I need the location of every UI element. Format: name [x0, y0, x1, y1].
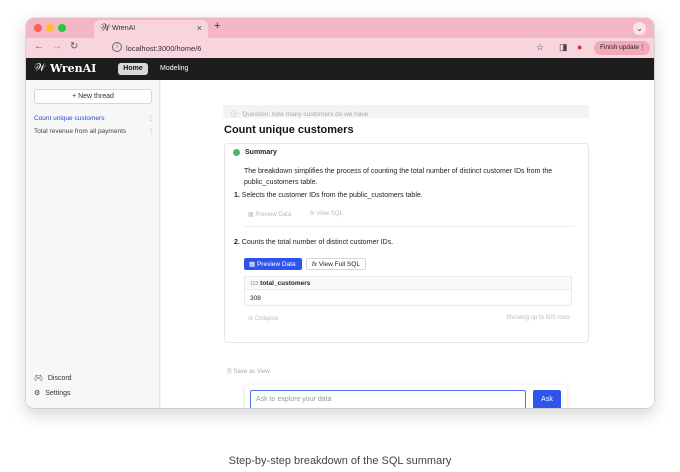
ask-button[interactable]: Ask [533, 390, 561, 408]
main-content: ⓘ Question: how many customers do we hav… [161, 80, 654, 408]
preview-data-label: Preview Data [255, 212, 292, 218]
maximize-window-button[interactable] [58, 24, 66, 32]
step-number: 2. [234, 239, 240, 246]
settings-link[interactable]: ⚙ Settings [34, 389, 71, 397]
back-arrow-icon[interactable]: ← [34, 41, 44, 52]
save-icon: 🗎︎ [227, 369, 232, 375]
wren-logo-icon: 𝒲 [34, 62, 46, 74]
question-bar: ⓘ Question: how many customers do we hav… [223, 105, 589, 118]
tab-strip: 𝒲 WrenAI × + ⌄ [26, 18, 654, 38]
save-as-view-button[interactable]: 🗎︎ Save as View [227, 367, 270, 377]
question-icon: ⓘ [231, 111, 238, 118]
question-text: Question: how many customers do we have [242, 111, 369, 118]
summary-status-icon [233, 149, 240, 156]
app-logo-text: WrenAI [50, 62, 97, 75]
function-icon: fx [312, 261, 318, 268]
discord-label: Discord [47, 375, 72, 382]
side-panel-icon[interactable]: ◨ [559, 42, 568, 53]
preview-data-button[interactable]: ▦ Preview Data [244, 258, 302, 270]
collapse-label: Collapse [254, 316, 279, 322]
browser-tab[interactable]: 𝒲 WrenAI × [94, 20, 208, 38]
app-header: 𝒲 WrenAI Home Modeling [26, 58, 654, 80]
collapse-button[interactable]: ⊖ Collapse [248, 315, 278, 322]
nav-home-tab[interactable]: Home [118, 63, 148, 75]
figure-caption: Step-by-step breakdown of the SQL summar… [228, 455, 452, 467]
sidebar: + New thread Count unique customers ⋮ To… [26, 80, 160, 408]
thread-item[interactable]: Total revenue from all payments [34, 128, 126, 135]
bookmark-star-icon[interactable]: ☆ [536, 42, 544, 53]
discord-link[interactable]: 🎮︎ Discord [34, 374, 72, 382]
nav-modeling-tab[interactable]: Modeling [160, 63, 188, 75]
answer-card: Summary The breakdown simplifies the pro… [224, 143, 589, 343]
answer-title: Count unique customers [224, 124, 354, 136]
table-icon: ▦ [249, 261, 256, 268]
preview-data-label: Preview Data [256, 261, 296, 268]
new-tab-button[interactable]: + [214, 20, 220, 32]
step-number: 1. [234, 192, 240, 199]
browser-window: 𝒲 WrenAI × + ⌄ ← → ↻ i localhost:3000/ho… [26, 18, 654, 408]
table-icon: ▦ [248, 212, 254, 218]
close-window-button[interactable] [34, 24, 42, 32]
reload-icon[interactable]: ↻ [70, 41, 78, 52]
thread-item-active[interactable]: Count unique customers [34, 115, 104, 122]
number-type-icon: 123 [250, 281, 259, 287]
table-cell: 308 [250, 295, 261, 302]
address-bar-row: ← → ↻ i localhost:3000/home/6 ☆ ◨ ● Fini… [26, 38, 654, 58]
step-text: Selects the customer IDs from the public… [241, 192, 423, 199]
minimize-window-button[interactable] [46, 24, 54, 32]
tab-close-button[interactable]: × [197, 23, 202, 33]
ask-input[interactable]: Ask to explore your data [250, 390, 526, 408]
table-header: 123 total_customers [245, 277, 571, 290]
divider [244, 226, 574, 227]
column-header: total_customers [260, 280, 311, 287]
preview-data-link[interactable]: ▦ Preview Data [248, 211, 291, 218]
step-1: 1. Selects the customer IDs from the pub… [234, 192, 423, 199]
more-menu-icon: ⋮ [639, 44, 647, 51]
finish-update-button[interactable]: Finish update ⋮ [594, 41, 650, 55]
ask-bar: Ask to explore your data Ask [245, 385, 567, 408]
step-text: Counts the total number of distinct cust… [241, 239, 394, 246]
view-sql-label: View SQL [316, 211, 343, 217]
row-limit-note: Showing up to 500 rows [505, 315, 570, 321]
function-icon: fx [310, 211, 315, 217]
summary-label[interactable]: Summary [245, 149, 277, 156]
step-2: 2. Counts the total number of distinct c… [234, 239, 393, 246]
settings-label: Settings [45, 390, 71, 397]
wren-logo-icon: 𝒲 [100, 23, 111, 34]
tab-title: WrenAI [112, 25, 136, 32]
gear-icon: ⚙ [34, 390, 41, 397]
finish-update-label: Finish update [600, 44, 640, 51]
thread-more-icon[interactable]: ⋮ [148, 128, 154, 135]
save-as-view-label: Save as View [233, 369, 270, 375]
forward-arrow-icon[interactable]: → [52, 41, 62, 52]
url-text: localhost:3000/home/6 [126, 44, 202, 53]
site-info-icon[interactable]: i [112, 42, 122, 52]
result-table: 123 total_customers 308 [244, 276, 572, 306]
collapse-icon: ⊖ [248, 316, 254, 322]
url-field[interactable]: i localhost:3000/home/6 [110, 40, 540, 55]
view-full-sql-label: View Full SQL [318, 261, 360, 268]
summary-text: The breakdown simplifies the process of … [244, 168, 553, 186]
tab-search-button[interactable]: ⌄ [633, 22, 646, 35]
thread-more-icon[interactable]: ⋮ [148, 115, 154, 122]
profile-icon[interactable]: ● [577, 42, 582, 52]
view-full-sql-button[interactable]: fx View Full SQL [306, 258, 366, 270]
view-sql-link[interactable]: fx View SQL [310, 211, 343, 217]
new-thread-button[interactable]: + New thread [34, 89, 152, 104]
discord-icon: 🎮︎ [34, 375, 43, 382]
